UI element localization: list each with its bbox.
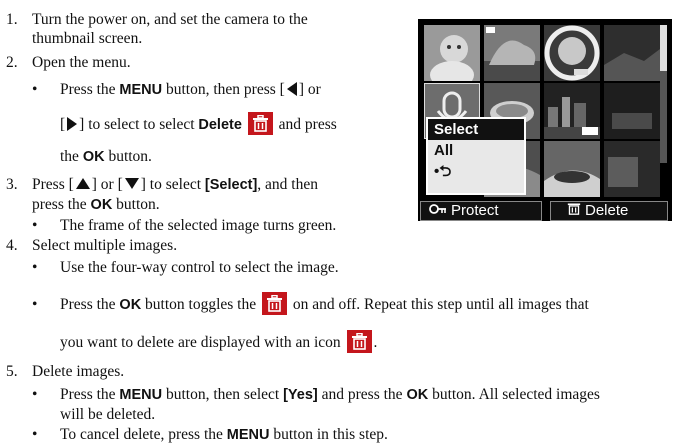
thumbnail-city [544,83,600,139]
text: [ [60,116,66,133]
text: will be deleted. [60,406,156,423]
menu-button-ref: MENU [119,82,163,98]
menu-option-back[interactable]: •⮌ [428,161,524,182]
step-5-bullet-2: • To cancel delete, press the MENU button… [32,425,682,445]
step-3: 3. Press [ ] or [ ] to select [Select], and… [6,175,406,215]
step-number: 5. [6,363,18,380]
step-number: 1. [6,11,18,28]
text: and press the [317,386,407,403]
trash-icon [567,201,581,220]
text: button. [112,196,160,213]
left-arrow-icon [286,81,297,96]
bullet-dot: • [32,426,38,443]
thumbnail-baby [424,25,480,81]
step-2-bullet-cont2: the OK button. [32,147,412,167]
step-2-bullet: • Press the MENU button, then press [ ] or [32,80,412,100]
step-5: 5. Delete images. [6,362,124,381]
bullet-dot: • [32,81,38,98]
step-5-bullet-1: • Press the MENU button, then select [Yes… [32,385,682,424]
trash-icon [262,292,287,316]
step-4-bullet-2-cont: you want to delete are displayed with an… [32,330,682,354]
text: ] to select [140,176,205,193]
text: To cancel delete, press the [60,426,227,443]
text: on and off. Repeat this step until all i… [289,296,589,313]
text: button, then press [ [162,81,285,98]
step-2: 2. Open the menu. [6,53,131,72]
select-option-ref: [Select] [204,177,258,193]
delete-menu: Select All •⮌ [426,117,526,195]
menu-button-ref: MENU [119,387,163,403]
thumbnail-tree [484,25,540,81]
bullet-dot: • [32,296,38,313]
text: The frame of the selected image turns gr… [60,217,337,234]
menu-button-ref: MENU [226,427,270,443]
up-arrow-icon [75,178,90,190]
text: the [60,148,83,165]
scrollbar[interactable] [660,25,667,163]
text: . [373,334,378,351]
step-number: 4. [6,237,18,254]
step-text: Select multiple images. [32,237,178,254]
yes-option-ref: [Yes] [283,387,318,403]
text: Press the [60,386,120,403]
step-4-bullet-1: • Use the four-way control to select the … [32,258,532,277]
text: ] to select to select [79,116,199,133]
menu-option-all[interactable]: All [428,140,524,161]
delete-label: Delete [585,202,629,219]
bottom-bar: Protect Delete [418,199,672,221]
text: press the [32,196,91,213]
menu-option-select[interactable]: Select [428,119,524,140]
manual-page: 1. Turn the power on, and set the camera … [0,0,690,447]
step-4-bullet-2: • Press the OK button toggles the on and … [32,292,682,316]
camera-lcd-screen: Select All •⮌ Protect Delete [418,19,672,221]
text: ] or [298,81,321,98]
delete-option-ref: Delete [198,117,242,133]
protect-button[interactable]: Protect [420,201,542,221]
right-arrow-icon [67,116,78,131]
trash-icon [346,330,372,354]
step-number: 2. [6,54,18,71]
ok-button-ref: OK [119,297,142,313]
bullet-dot: • [32,259,38,276]
ok-button-ref: OK [406,387,429,403]
step-3-bullet: • The frame of the selected image turns g… [32,216,432,235]
step-text: Delete images. [32,363,125,380]
thumbnail-dark-3 [604,141,660,197]
text: button. [104,148,152,165]
thumbnail-portrait [544,25,600,81]
text: button. All selected images [428,386,600,403]
down-arrow-icon [124,178,139,190]
ok-button-ref: OK [90,197,113,213]
step-number: 3. [6,176,18,193]
scrollbar-thumb[interactable] [660,25,667,71]
thumbnail-raft [544,141,600,197]
trash-icon [247,112,273,136]
step-text-line2: thumbnail screen. [32,30,143,47]
step-2-bullet-cont: [ ] to select to select Delete and press [32,112,412,136]
ok-button-ref: OK [82,149,105,165]
protect-label: Protect [451,202,499,219]
thumbnail-dark-1 [604,25,660,81]
text: button toggles the [141,296,260,313]
text: Press the [60,296,120,313]
step-4: 4. Select multiple images. [6,236,177,255]
thumbnail-dark-2 [604,83,660,139]
text: you want to delete are displayed with an… [60,334,341,351]
step-text-line1: Turn the power on, and set the camera to… [32,11,308,28]
step-text: Open the menu. [32,54,131,71]
text: button, then select [162,386,284,403]
key-icon [429,201,447,219]
text: Press [ [32,176,74,193]
text: , and then [257,176,318,193]
text: Press the [60,81,120,98]
text: and press [274,116,337,133]
bullet-dot: • [32,386,38,403]
text: Use the four-way control to select the i… [60,259,339,276]
text: ] or [ [91,176,123,193]
delete-button[interactable]: Delete [550,201,668,221]
step-1: 1. Turn the power on, and set the camera … [6,10,406,48]
bullet-dot: • [32,217,38,234]
text: button in this step. [269,426,388,443]
